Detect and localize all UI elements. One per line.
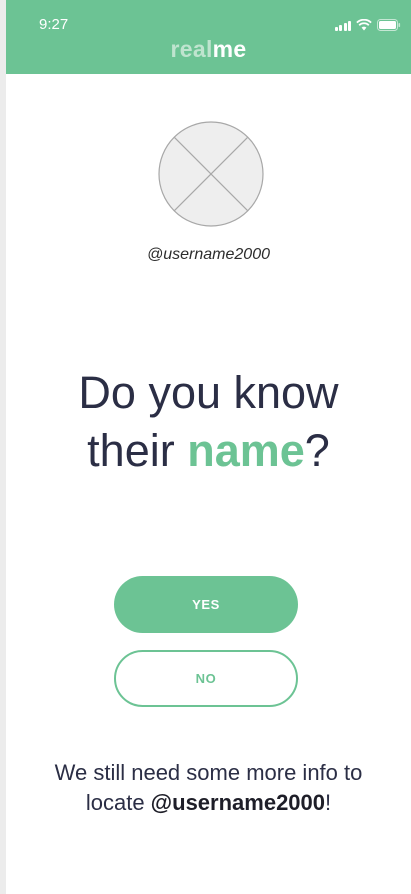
- question-prefix: their: [87, 425, 188, 476]
- cellular-signal-icon: [334, 20, 351, 31]
- question-line-2: their name?: [6, 422, 411, 480]
- no-button[interactable]: NO: [114, 650, 298, 707]
- footer-line-1: We still need some more info to: [54, 760, 363, 785]
- screen: 9:27 realme @username2000 Do you know th…: [6, 0, 411, 894]
- app-logo: realme: [6, 36, 411, 63]
- footer-suffix: !: [325, 790, 332, 815]
- status-icons: [334, 18, 402, 32]
- wifi-icon: [356, 19, 372, 31]
- footer-prefix: locate: [85, 790, 151, 815]
- question-suffix: ?: [304, 425, 330, 476]
- app-header: 9:27 realme: [6, 0, 411, 74]
- footer-line-2: locate @username2000!: [6, 788, 411, 818]
- placeholder-image-icon: [158, 121, 264, 227]
- yes-button[interactable]: YES: [114, 576, 298, 633]
- question-heading: Do you know their name?: [6, 364, 411, 480]
- status-time: 9:27: [39, 16, 69, 33]
- question-accent-word: name: [187, 425, 305, 476]
- question-line-1: Do you know: [78, 367, 339, 418]
- profile-username: @username2000: [147, 246, 270, 263]
- logo-bold-text: me: [212, 36, 247, 62]
- battery-icon: [377, 19, 401, 31]
- logo-light-text: real: [170, 36, 213, 62]
- footer-message: We still need some more info to locate @…: [6, 758, 411, 818]
- footer-username: @username2000: [150, 790, 326, 815]
